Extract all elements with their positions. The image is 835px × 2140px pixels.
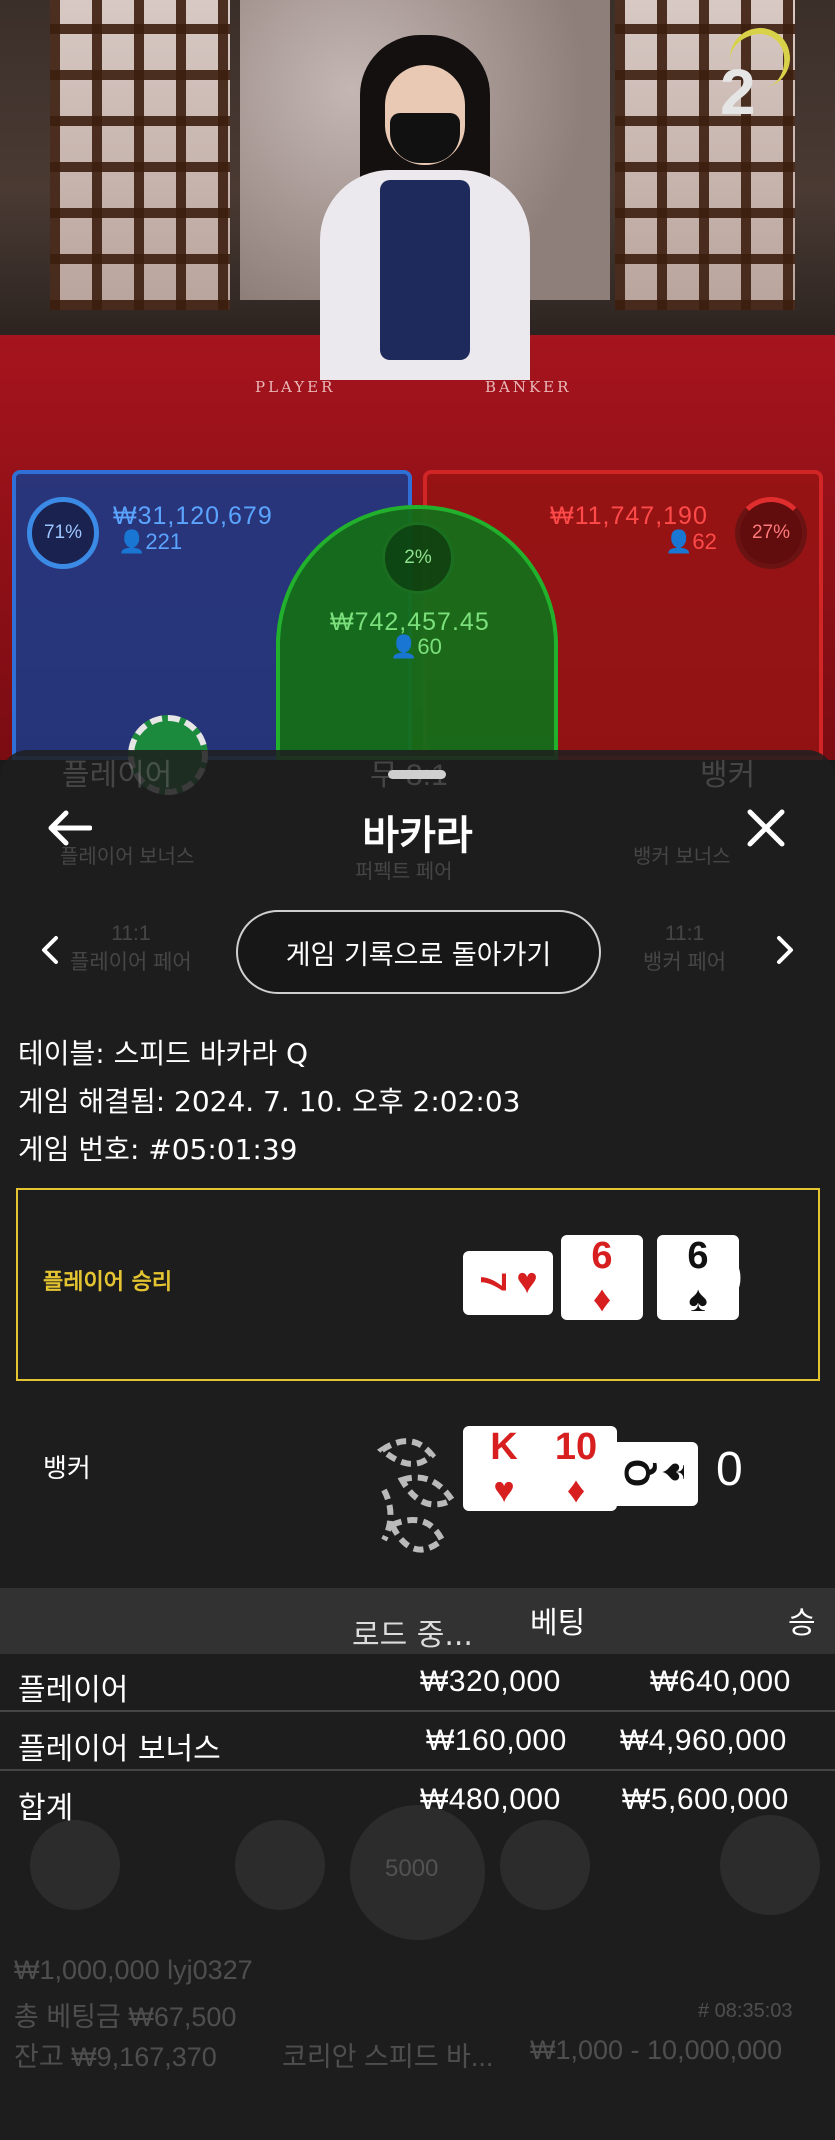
bg-total-bet: 총 베팅금 ₩67,500 [14, 2002, 237, 2032]
bg-chat-button [30, 1820, 120, 1910]
row-divider [0, 1769, 835, 1771]
bg-banker-label: 뱅커 [700, 759, 756, 792]
chevron-right-icon [777, 936, 793, 964]
bg-player-pair: 11:1 플레이어 페어 [70, 922, 192, 974]
loading-spinner-icon [376, 1438, 457, 1553]
dealer [320, 35, 530, 380]
row-player-bet: ₩320,000 [420, 1665, 561, 1698]
player-card-2: 6 ♦ [561, 1235, 643, 1320]
loading-text: 로드 중... [352, 1618, 473, 1653]
round-counter: 2 [720, 56, 756, 128]
row-player-bonus-name: 플레이어 보너스 [18, 1732, 221, 1767]
player-result-label: 플레이어 승리 [43, 1270, 173, 1295]
info-game-number: 게임 번호: #05:01:39 [18, 1133, 298, 1166]
close-button[interactable] [738, 800, 794, 856]
bg-table-name: 코리안 스피드 바... [282, 2042, 494, 2072]
banker-card-3: Q ♠ [608, 1442, 698, 1506]
bg-undo-button [235, 1820, 325, 1910]
chevron-left-icon [42, 936, 58, 964]
player-bettor-count: 👤221 [118, 529, 183, 554]
bg-round-id: # 08:35:03 [698, 2000, 793, 2022]
tie-percent-ring: 2% [382, 522, 454, 594]
previous-game-button[interactable] [30, 930, 70, 970]
player-bet-amount: ₩31,120,679 [113, 502, 273, 530]
row-player-win: ₩640,000 [650, 1665, 791, 1698]
bg-double-button [500, 1820, 590, 1910]
banker-card-2: 10 ♦ [535, 1426, 617, 1511]
next-game-button[interactable] [765, 930, 805, 970]
player-card-1: 7 ♥ [463, 1251, 553, 1315]
bg-limits: ₩1,000 - 10,000,000 [530, 2035, 783, 2065]
header-bet: 베팅 [530, 1606, 586, 1641]
banker-hand-total: 0 [716, 1443, 743, 1496]
felt-label-player: PLAYER [255, 378, 336, 396]
bg-player-label: 플레이어 [62, 759, 173, 792]
player-hand-total: 9 [716, 1253, 743, 1306]
row-player-name: 플레이어 [18, 1673, 129, 1708]
user-icon: 👤 [665, 529, 693, 554]
folding-screen-left [50, 0, 230, 310]
player-percent-ring: 71% [27, 497, 99, 569]
bg-menu-button [720, 1815, 820, 1915]
close-icon [747, 809, 785, 847]
felt-label-banker: BANKER [485, 378, 572, 396]
bg-chip-value: 5000 [385, 1855, 439, 1882]
user-icon: 👤 [390, 634, 418, 659]
row-divider [0, 1710, 835, 1712]
return-to-history-button[interactable]: 게임 기록으로 돌아가기 [236, 910, 601, 994]
user-icon: 👤 [118, 529, 146, 554]
banker-card-1: K ♥ [463, 1426, 545, 1511]
info-resolved: 게임 해결됨: 2024. 7. 10. 오후 2:02:03 [18, 1085, 521, 1118]
tie-bet-amount: ₩742,457.45 [330, 608, 490, 636]
banker-result-label: 뱅커 [43, 1454, 91, 1484]
row-player-bonus-win: ₩4,960,000 [620, 1724, 787, 1757]
bg-banker-pair: 11:1 뱅커 페어 [643, 922, 727, 974]
bg-balance: 잔고 ₩9,167,370 [14, 2042, 217, 2072]
banker-bet-amount: ₩11,747,190 [550, 502, 708, 530]
row-total-win: ₩5,600,000 [622, 1783, 789, 1816]
row-total-name: 합계 [18, 1791, 74, 1826]
row-player-bonus-bet: ₩160,000 [426, 1724, 567, 1757]
banker-percent-ring: 27% [735, 497, 807, 569]
sheet-title: 바카라 [362, 813, 473, 859]
banker-bettor-count: 👤62 [665, 529, 717, 554]
info-table: 테이블: 스피드 바카라 Q [18, 1037, 309, 1070]
bg-balance-user: ₩1,000,000 lyj0327 [14, 1955, 253, 1985]
sheet-drag-handle[interactable] [388, 770, 446, 779]
row-total-bet: ₩480,000 [420, 1783, 561, 1816]
header-win: 승 [788, 1606, 816, 1641]
tie-bettor-count: 👤60 [390, 634, 442, 659]
